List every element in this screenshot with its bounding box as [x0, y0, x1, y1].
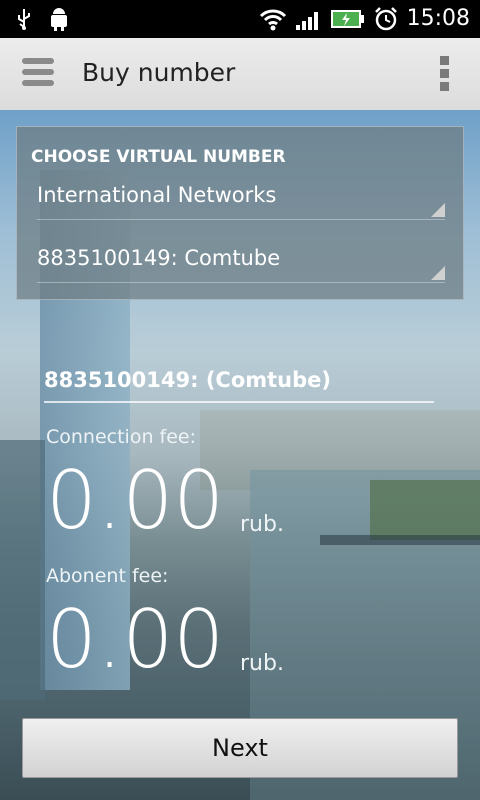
spinner-arrow-icon	[431, 203, 445, 217]
number-spinner[interactable]: 8835100149: Comtube	[37, 236, 445, 283]
connection-fee-label: Connection fee:	[46, 426, 197, 448]
abonent-fee-label: Abonent fee:	[46, 565, 169, 587]
abonent-fee-value: 0.00	[46, 593, 225, 686]
alarm-icon	[374, 7, 397, 31]
abonent-fee-unit: rub.	[240, 651, 284, 676]
android-debug-icon	[51, 8, 67, 31]
page-title: Buy number	[82, 58, 236, 87]
choose-number-panel: CHOOSE VIRTUAL NUMBER International Netw…	[16, 126, 464, 300]
battery-charging-icon	[330, 10, 364, 28]
connection-fee-value: 0.00	[46, 454, 225, 547]
app-bar: Buy number	[0, 38, 480, 111]
signal-icon	[295, 12, 318, 30]
selected-number: 8835100149: (Comtube)	[44, 368, 434, 403]
network-spinner-value: International Networks	[37, 183, 277, 207]
status-time: 15:08	[406, 6, 470, 31]
overflow-menu-icon[interactable]	[440, 56, 450, 95]
network-spinner[interactable]: International Networks	[37, 173, 445, 220]
connection-fee-unit: rub.	[240, 512, 284, 537]
selected-number-text: 8835100149: (Comtube)	[44, 368, 332, 392]
hamburger-menu-icon[interactable]	[22, 58, 54, 90]
next-button[interactable]: Next	[22, 718, 458, 778]
panel-title: CHOOSE VIRTUAL NUMBER	[31, 147, 286, 167]
usb-icon	[18, 9, 30, 30]
status-bar: 15:08	[0, 0, 480, 38]
wifi-icon	[259, 9, 286, 31]
number-spinner-value: 8835100149: Comtube	[37, 246, 281, 270]
spinner-arrow-icon	[431, 266, 445, 280]
